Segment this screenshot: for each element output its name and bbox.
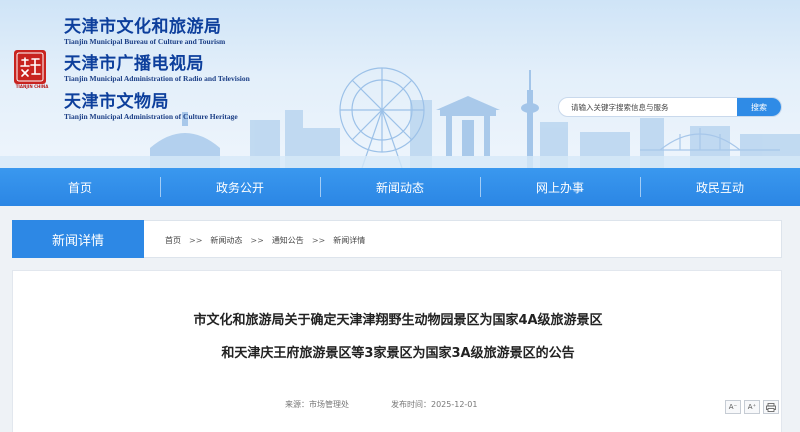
seal-caption: TIANJIN CHINA (15, 84, 49, 89)
font-increase-icon[interactable]: A⁺ (744, 400, 760, 414)
breadcrumb-notices[interactable]: 通知公告 (272, 235, 304, 246)
department-2: 天津市广播电视局 Tianjin Municipal Administratio… (64, 54, 250, 83)
breadcrumb-home[interactable]: 首页 (165, 235, 181, 246)
article-date: 发布时间：2025-12-01 (391, 400, 478, 409)
department-2-cn-name: 天津市广播电视局 (64, 54, 204, 74)
main-nav: 首页 政务公开 新闻动态 网上办事 政民互动 (0, 168, 800, 206)
department-3: 天津市文物局 Tianjin Municipal Administration … (64, 92, 238, 121)
nav-item-public-interaction[interactable]: 政民互动 (640, 168, 800, 206)
breadcrumb-bar: 新闻详情 首页 >> 新闻动态 >> 通知公告 >> 新闻详情 (12, 220, 782, 258)
article-title-line-2: 和天津庆王府旅游景区等3家景区为国家3A级旅游景区的公告 (221, 346, 575, 361)
department-2-en-name: Tianjin Municipal Administration of Radi… (64, 74, 250, 83)
nav-item-news[interactable]: 新闻动态 (320, 168, 480, 206)
font-decrease-icon[interactable]: A⁻ (725, 400, 741, 414)
breadcrumb-news[interactable]: 新闻动态 (210, 235, 242, 246)
search-box: 搜索 (558, 97, 782, 117)
nav-item-home[interactable]: 首页 (0, 168, 160, 206)
breadcrumb-separator: >> (189, 235, 203, 245)
breadcrumb-current: 新闻详情 (333, 235, 366, 245)
article-tools: A⁻ A⁺ (725, 400, 779, 414)
search-input[interactable] (559, 98, 739, 116)
department-1-cn-name: 天津市文化和旅游局 (64, 17, 222, 37)
department-1: 天津市文化和旅游局 Tianjin Municipal Bureau of Cu… (64, 17, 225, 46)
nav-item-government-affairs[interactable]: 政务公开 (160, 168, 320, 206)
tianjin-seal-logo (14, 50, 46, 84)
section-tab: 新闻详情 (12, 220, 144, 258)
article-source: 来源：市场管理处 (285, 400, 349, 409)
breadcrumb: 首页 >> 新闻动态 >> 通知公告 >> 新闻详情 (165, 221, 365, 259)
printer-glyph (766, 402, 776, 412)
header-banner: TIANJIN CHINA 天津市文化和旅游局 Tianjin Municipa… (0, 0, 800, 168)
department-3-en-name: Tianjin Municipal Administration of Cult… (64, 112, 238, 121)
breadcrumb-separator: >> (311, 235, 326, 245)
print-icon[interactable] (763, 400, 779, 414)
nav-item-online-services[interactable]: 网上办事 (480, 168, 640, 206)
department-1-en-name: Tianjin Municipal Bureau of Culture and … (64, 37, 226, 46)
department-3-cn-name: 天津市文物局 (64, 92, 169, 112)
search-button[interactable]: 搜索 (737, 98, 781, 116)
article-panel: 市文化和旅游局关于确定天津津翔野生动物园景区为国家4A级旅游景区 和天津庆王府旅… (12, 270, 782, 432)
article-title-line-1: 市文化和旅游局关于确定天津津翔野生动物园景区为国家4A级旅游景区 (193, 313, 603, 328)
article-meta: 来源：市场管理处 发布时间：2025-12-01 (285, 399, 478, 410)
breadcrumb-separator: >> (250, 235, 264, 245)
